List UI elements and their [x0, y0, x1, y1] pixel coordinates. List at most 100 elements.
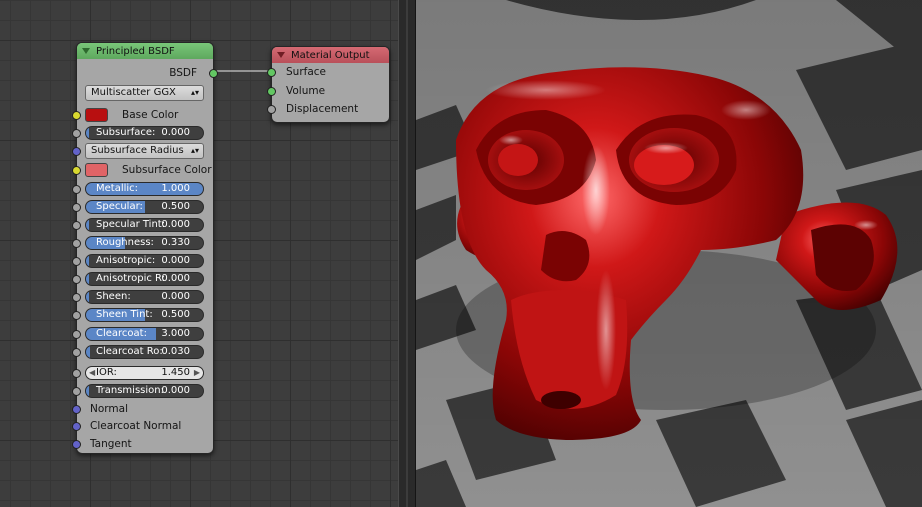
param-value: 0.000 [161, 219, 190, 230]
subsurface-radius-label: Subsurface Radius [91, 145, 184, 156]
bsdf-output-socket[interactable] [209, 69, 218, 78]
decrement-arrow-icon[interactable]: ◀ [89, 368, 95, 378]
clearcoat-normal-row: Clearcoat Normal [72, 417, 213, 435]
param-row: Sheen Tint: 0.500 [72, 306, 213, 324]
collapse-triangle-icon[interactable] [277, 52, 285, 58]
updown-chevron-icon: ▴▾ [190, 88, 199, 97]
subsurface-radius-socket[interactable] [72, 147, 81, 156]
normal-socket[interactable] [72, 405, 81, 414]
normal-label: Normal [90, 403, 128, 415]
subsurface-color-row: Subsurface Color [72, 161, 213, 179]
param-socket[interactable] [72, 203, 81, 212]
increment-arrow-icon[interactable]: ▶ [194, 368, 200, 378]
clearcoat-normal-socket[interactable] [72, 422, 81, 431]
param-slider[interactable]: Specular Tint: 0.000 [85, 218, 204, 232]
base-color-socket[interactable] [72, 111, 81, 120]
slider-fill [86, 219, 89, 231]
param-row: Clearcoat Ro: 0.030 [72, 343, 213, 361]
transmission-socket[interactable] [72, 387, 81, 396]
material-output-node[interactable]: Material Output Surface Volume Displacem… [267, 46, 390, 123]
ior-value: 1.450 [161, 367, 190, 378]
param-row: Sheen: 0.000 [72, 288, 213, 306]
param-socket[interactable] [72, 221, 81, 230]
param-slider[interactable]: Clearcoat Ro: 0.030 [85, 345, 204, 359]
param-slider[interactable]: Roughness: 0.330 [85, 236, 204, 250]
subsurface-radius-row: Subsurface Radius ▴▾ [72, 142, 213, 160]
param-label: Anisotropic R: [96, 273, 166, 284]
param-socket[interactable] [72, 311, 81, 320]
principled-bsdf-node[interactable]: Principled BSDF BSDF Multiscatter GGX ▴▾… [72, 42, 218, 454]
slider-fill [86, 291, 89, 303]
param-row: Clearcoat: 3.000 [72, 325, 213, 343]
bsdf-output-row: BSDF [77, 64, 218, 82]
param-label: Specular Tint: [96, 219, 166, 230]
bsdf-output-label: BSDF [169, 67, 197, 79]
subsurface-color-socket[interactable] [72, 166, 81, 175]
surface-socket[interactable] [267, 68, 276, 77]
subsurface-row: Subsurface: 0.000 [72, 124, 213, 142]
slider-fill [86, 346, 90, 358]
param-socket[interactable] [72, 293, 81, 302]
surface-label: Surface [286, 66, 327, 78]
param-slider[interactable]: Specular: 0.500 [85, 200, 204, 214]
param-socket[interactable] [72, 348, 81, 357]
ior-label: IOR: [96, 367, 117, 378]
area-divider[interactable] [398, 0, 416, 507]
volume-label: Volume [286, 85, 326, 97]
param-label: Anisotropic: [96, 255, 156, 266]
displacement-socket[interactable] [267, 105, 276, 114]
ior-row: ◀ IOR: 1.450 ▶ [72, 364, 213, 382]
transmission-row: Transmission: 0.000 [72, 382, 213, 400]
distribution-row: Multiscatter GGX ▴▾ [77, 84, 213, 102]
tangent-label: Tangent [90, 438, 132, 450]
param-label: Metallic: [96, 183, 139, 194]
render-viewport[interactable] [416, 0, 922, 507]
param-slider[interactable]: Anisotropic: 0.000 [85, 254, 204, 268]
clearcoat-normal-label: Clearcoat Normal [90, 420, 182, 432]
param-label: Roughness: [96, 237, 154, 248]
displacement-input-row: Displacement [267, 100, 389, 118]
subsurface-socket[interactable] [72, 129, 81, 138]
param-row: Metallic: 1.000 [72, 180, 213, 198]
param-socket[interactable] [72, 185, 81, 194]
distribution-value: Multiscatter GGX [91, 87, 176, 98]
param-socket[interactable] [72, 257, 81, 266]
param-slider[interactable]: Sheen: 0.000 [85, 290, 204, 304]
node-editor[interactable]: Principled BSDF BSDF Multiscatter GGX ▴▾… [0, 0, 398, 507]
distribution-select[interactable]: Multiscatter GGX ▴▾ [85, 85, 204, 101]
subsurface-field[interactable]: Subsurface: 0.000 [85, 126, 204, 140]
material-output-header[interactable]: Material Output [272, 47, 389, 63]
normal-row: Normal [72, 400, 213, 418]
param-value: 0.500 [161, 309, 190, 320]
param-socket[interactable] [72, 330, 81, 339]
ior-field[interactable]: ◀ IOR: 1.450 ▶ [85, 366, 204, 380]
rendered-image [416, 0, 922, 507]
subsurface-color-swatch[interactable] [85, 163, 108, 177]
principled-bsdf-header[interactable]: Principled BSDF [77, 43, 213, 59]
ior-socket[interactable] [72, 369, 81, 378]
base-color-swatch[interactable] [85, 108, 108, 122]
slider-fill [86, 255, 89, 267]
node-title: Principled BSDF [96, 45, 175, 57]
tangent-socket[interactable] [72, 440, 81, 449]
param-socket[interactable] [72, 239, 81, 248]
volume-input-row: Volume [267, 82, 389, 100]
displacement-label: Displacement [286, 103, 359, 115]
param-label: Specular: [96, 201, 143, 212]
param-label: Sheen: [96, 291, 131, 302]
param-slider[interactable]: Metallic: 1.000 [85, 182, 204, 196]
volume-socket[interactable] [267, 87, 276, 96]
param-row: Anisotropic R: 0.000 [72, 270, 213, 288]
transmission-value: 0.000 [161, 385, 190, 396]
subsurface-radius-select[interactable]: Subsurface Radius ▴▾ [85, 143, 204, 159]
collapse-triangle-icon[interactable] [82, 48, 90, 54]
slider-fill [86, 273, 89, 285]
param-value: 0.030 [161, 346, 190, 357]
param-value: 0.000 [161, 273, 190, 284]
param-socket[interactable] [72, 275, 81, 284]
param-slider[interactable]: Clearcoat: 3.000 [85, 327, 204, 341]
param-slider[interactable]: Anisotropic R: 0.000 [85, 272, 204, 286]
param-slider[interactable]: Sheen Tint: 0.500 [85, 308, 204, 322]
transmission-field[interactable]: Transmission: 0.000 [85, 384, 204, 398]
subsurface-color-label: Subsurface Color [122, 164, 212, 176]
